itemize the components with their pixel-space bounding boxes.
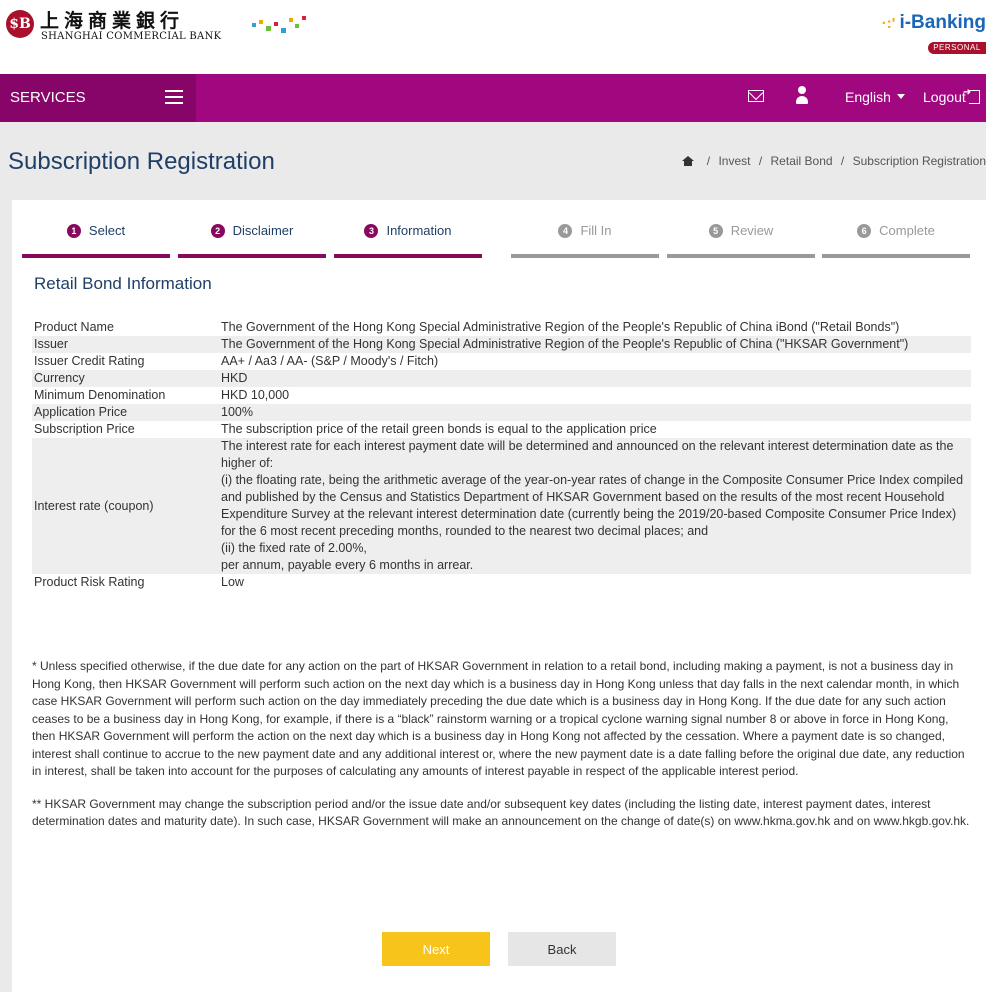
table-row: Product Name The Government of the Hong K… bbox=[32, 319, 971, 336]
step-number: 6 bbox=[857, 224, 872, 238]
breadcrumb-subscription-registration: Subscription Registration bbox=[852, 154, 986, 168]
interest-line: per annum, payable every 6 months in arr… bbox=[221, 558, 474, 572]
logout-icon bbox=[963, 87, 980, 104]
row-key: Issuer bbox=[32, 336, 219, 353]
user-icon[interactable] bbox=[795, 86, 809, 106]
step-number: 4 bbox=[558, 224, 573, 238]
hamburger-icon[interactable] bbox=[165, 90, 183, 104]
bank-logo-icon: $B bbox=[6, 10, 34, 38]
services-menu[interactable]: SERVICES bbox=[0, 74, 196, 122]
row-value: The subscription price of the retail gre… bbox=[221, 422, 657, 436]
table-row: Minimum Denomination HKD 10,000 bbox=[32, 387, 971, 404]
breadcrumb: / Invest / Retail Bond / Subscription Re… bbox=[682, 154, 986, 168]
step-label: Disclaimer bbox=[232, 223, 294, 238]
row-value: 100% bbox=[219, 404, 971, 421]
row-key: Subscription Price bbox=[34, 422, 135, 436]
step-label: Information bbox=[386, 223, 452, 238]
row-key: Application Price bbox=[32, 404, 219, 421]
breadcrumb-retail-bond[interactable]: Retail Bond bbox=[771, 154, 833, 168]
row-key: Currency bbox=[32, 370, 219, 387]
row-key: Interest rate (coupon) bbox=[32, 438, 219, 574]
top-nav: SERVICES English Logout bbox=[0, 74, 986, 122]
step-disclaimer: 2 Disclaimer bbox=[178, 218, 326, 258]
table-row: Product Risk Rating Low bbox=[32, 574, 971, 591]
logo-header: $B 上海商業銀行 SHANGHAI COMMERCIAL BANK ·:' i… bbox=[0, 0, 986, 74]
interest-line: (i) the floating rate, being the arithme… bbox=[221, 473, 964, 538]
step-select: 1 Select bbox=[22, 218, 170, 258]
bank-name-english: SHANGHAI COMMERCIAL BANK bbox=[41, 31, 222, 42]
step-number: 1 bbox=[66, 224, 81, 238]
ibanking-dots-icon: ·:' bbox=[881, 15, 900, 32]
row-key: Product Risk Rating bbox=[34, 575, 145, 589]
bond-info-table: Product Name The Government of the Hong K… bbox=[32, 319, 971, 591]
step-label: Complete bbox=[879, 223, 935, 238]
row-value: HKD bbox=[219, 370, 971, 387]
services-label: SERVICES bbox=[10, 89, 86, 106]
page-title: Subscription Registration bbox=[8, 148, 275, 175]
row-key: Minimum Denomination bbox=[34, 388, 166, 402]
home-icon[interactable] bbox=[682, 156, 695, 166]
table-row: Subscription Price The subscription price… bbox=[32, 421, 971, 438]
row-value: AA+ / Aa3 / AA- (S&P / Moody's / Fitch) bbox=[221, 354, 439, 368]
breadcrumb-invest[interactable]: Invest bbox=[718, 154, 750, 168]
step-label: Select bbox=[88, 223, 126, 238]
interest-line: (ii) the fixed rate of 2.00%, bbox=[221, 541, 367, 555]
interest-line: The interest rate for each interest paym… bbox=[221, 439, 954, 470]
row-value: HKD 10,000 bbox=[221, 388, 290, 402]
table-row: Issuer Credit Rating AA+ / Aa3 / AA- (S&P… bbox=[32, 353, 971, 370]
bank-name-chinese: 上海商業銀行 bbox=[40, 10, 185, 32]
back-button[interactable]: Back bbox=[508, 932, 616, 966]
footnote-key-dates: ** HKSAR Government may change the subsc… bbox=[32, 796, 970, 829]
next-button[interactable]: Next bbox=[382, 932, 490, 966]
row-value: The Government of the Hong Kong Special … bbox=[221, 320, 900, 334]
step-label: Review bbox=[730, 223, 774, 238]
table-row: Interest rate (coupon) The interest rate… bbox=[32, 438, 971, 574]
footnote-business-day: * Unless specified otherwise, if the due… bbox=[32, 659, 965, 778]
table-row: Application Price 100% bbox=[32, 404, 971, 421]
row-value: Low bbox=[221, 575, 244, 589]
step-number: 2 bbox=[210, 224, 225, 238]
step-information: 3 Information bbox=[334, 218, 482, 258]
step-complete: 6 Complete bbox=[822, 218, 970, 258]
logout-label: Logout bbox=[923, 89, 966, 105]
mail-icon[interactable] bbox=[748, 90, 764, 102]
ibanking-logo: ·:' i-Banking PERSONAL bbox=[856, 10, 986, 60]
decorative-dots-icon bbox=[252, 16, 306, 33]
row-key: Product Name bbox=[34, 320, 114, 334]
section-title: Retail Bond Information bbox=[34, 274, 212, 293]
personal-tag: PERSONAL bbox=[928, 42, 986, 54]
table-row: Currency HKD bbox=[32, 370, 971, 387]
footnotes: * Unless specified otherwise, if the due… bbox=[32, 658, 970, 846]
step-number: 3 bbox=[364, 224, 379, 238]
row-key: Issuer Credit Rating bbox=[34, 354, 145, 368]
language-dropdown[interactable]: English bbox=[845, 89, 905, 105]
table-row: Issuer The Government of the Hong Kong Sp… bbox=[32, 336, 971, 353]
row-value: The interest rate for each interest paym… bbox=[219, 438, 971, 574]
step-review: 5 Review bbox=[667, 218, 815, 258]
row-value: The Government of the Hong Kong Special … bbox=[219, 336, 971, 353]
step-number: 5 bbox=[708, 224, 723, 238]
progress-steps: 1 Select 2 Disclaimer 3 Information 4 Fill I… bbox=[22, 218, 970, 258]
step-fill-in: 4 Fill In bbox=[511, 218, 659, 258]
logout-button[interactable]: Logout bbox=[923, 87, 980, 105]
ibanking-label: i-Banking bbox=[899, 12, 986, 33]
step-label: Fill In bbox=[580, 223, 612, 238]
